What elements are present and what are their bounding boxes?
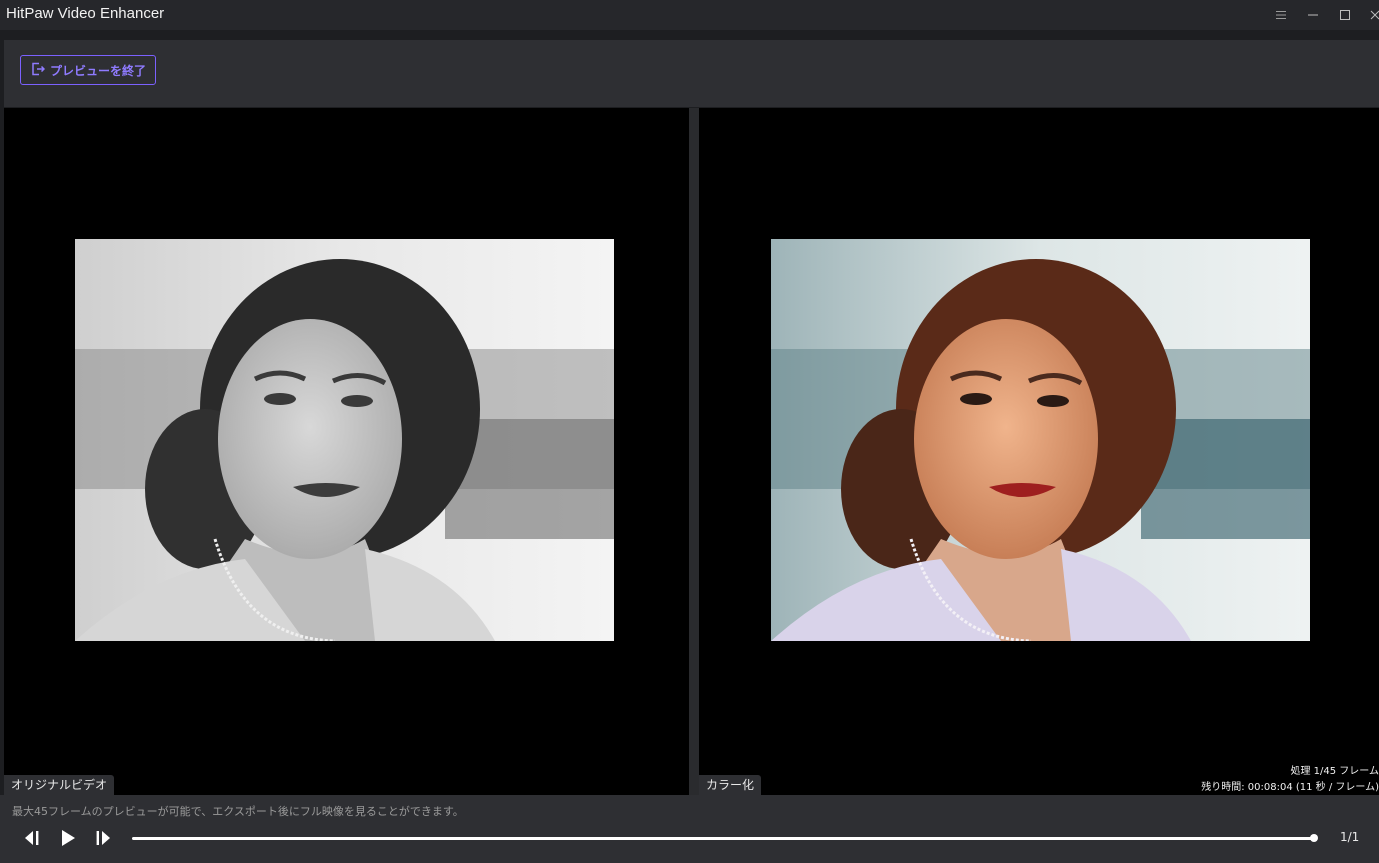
exit-icon (31, 62, 46, 79)
toolbar: プレビューを終了 (4, 40, 1379, 107)
frame-counter: 1/1 (1340, 830, 1360, 844)
play-icon[interactable] (57, 828, 79, 848)
playback-bar: 最大45フレームのプレビューが可能で、エクスポート後にフル映像を見ることができま… (0, 795, 1379, 863)
close-icon[interactable] (1364, 4, 1379, 26)
minimize-icon[interactable] (1302, 4, 1324, 26)
timeline-track[interactable] (132, 837, 1314, 840)
colorized-video-label: カラー化 (699, 775, 762, 795)
preview-notice: 最大45フレームのプレビューが可能で、エクスポート後にフル映像を見ることができま… (12, 805, 464, 818)
maximize-icon[interactable] (1334, 4, 1356, 26)
pane-divider[interactable] (689, 108, 699, 795)
next-frame-icon[interactable] (92, 828, 114, 848)
processing-status: 処理 1/45 フレーム (1290, 766, 1379, 777)
remaining-time-status: 残り時間: 00:08:04 (11 秒 / フレーム) (1201, 782, 1379, 793)
original-video-label: オリジナルビデオ (4, 775, 115, 795)
previous-frame-icon[interactable] (21, 828, 43, 848)
exit-preview-label: プレビューを終了 (50, 63, 147, 78)
colorized-video-pane: 処理 1/45 フレーム 残り時間: 00:08:04 (11 秒 / フレーム… (699, 108, 1379, 795)
original-video-pane: オリジナルビデオ (4, 108, 689, 795)
title-bar: HitPaw Video Enhancer (0, 0, 1379, 30)
timeline-handle[interactable] (1310, 834, 1318, 842)
menu-icon[interactable] (1270, 4, 1292, 26)
original-video-frame (75, 239, 614, 641)
colorized-video-frame (771, 239, 1310, 641)
app-title: HitPaw Video Enhancer (6, 5, 165, 22)
exit-preview-button[interactable]: プレビューを終了 (20, 55, 156, 85)
